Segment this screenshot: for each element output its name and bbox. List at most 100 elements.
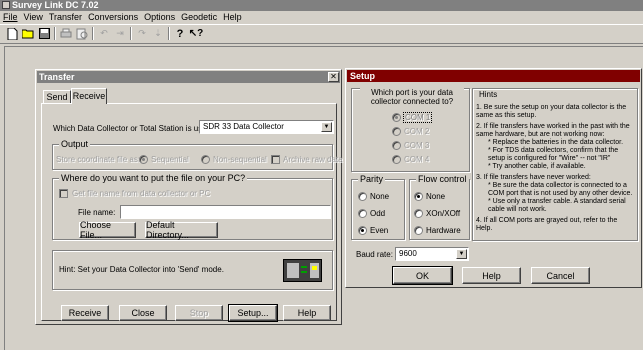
hint-2a: * Replace the batteries in the data coll… xyxy=(488,139,624,146)
paste-icon[interactable]: ⇣ xyxy=(150,26,166,41)
flow-xon-radio[interactable] xyxy=(414,209,423,218)
hint-3b: * Use only a transfer cable. A standard … xyxy=(488,198,626,213)
ok-button-label: OK xyxy=(415,270,429,281)
non-sequential-radio[interactable] xyxy=(201,155,210,164)
com4-label: COM 4 xyxy=(404,155,430,164)
menu-conversions[interactable]: Conversions xyxy=(88,11,138,24)
hint-2b: * For TDS data collectors, confirm that … xyxy=(488,147,619,162)
flow-xon-label: XOn/XOff xyxy=(426,209,461,218)
menu-transfer[interactable]: Transfer xyxy=(49,11,82,24)
redo-icon[interactable]: ⇥ xyxy=(112,26,128,41)
stop-button[interactable]: Stop xyxy=(175,305,223,321)
where-group: Where do you want to put the file on you… xyxy=(52,173,333,240)
collector-dropdown[interactable]: SDR 33 Data Collector ▼ xyxy=(199,120,334,134)
hints-group: Hints 1. Be sure the setup on your data … xyxy=(472,88,638,241)
context-help-icon[interactable]: ↖? xyxy=(188,26,204,41)
save-icon[interactable] xyxy=(36,26,52,41)
file-name-input[interactable] xyxy=(120,205,331,219)
parity-group: Parity None Odd Even xyxy=(351,174,405,240)
tab-receive[interactable]: Receive xyxy=(71,88,107,104)
menu-options[interactable]: Options xyxy=(144,11,175,24)
get-name-checkbox[interactable] xyxy=(59,189,68,198)
ok-button[interactable]: OK xyxy=(392,266,453,285)
com3-radio[interactable] xyxy=(392,141,401,150)
com2-radio[interactable] xyxy=(392,127,401,136)
app-title: Survey Link DC 7.02 xyxy=(12,0,99,10)
hint-3: 3. If file transfers have never worked: xyxy=(476,174,591,181)
help-button-label: Help xyxy=(297,308,317,318)
sequential-label: Sequential xyxy=(151,155,189,164)
print-preview-icon[interactable] xyxy=(74,26,90,41)
output-group-label: Output xyxy=(59,139,91,149)
collector-label: Which Data Collector or Total Station is… xyxy=(53,124,214,133)
archive-checkbox[interactable] xyxy=(271,155,280,164)
help-button[interactable]: Help xyxy=(283,305,331,321)
menu-help[interactable]: Help xyxy=(223,11,242,24)
receive-tab-page: Which Data Collector or Total Station is… xyxy=(41,103,343,322)
cancel-button[interactable]: Cancel xyxy=(531,267,590,284)
cancel-button-label: Cancel xyxy=(546,270,575,281)
setup-help-button-label: Help xyxy=(482,270,501,281)
chevron-down-icon[interactable]: ▼ xyxy=(321,122,332,132)
parity-even-radio[interactable] xyxy=(358,226,367,235)
baud-rate-value: 9600 xyxy=(399,249,417,258)
hints-title: Hints xyxy=(479,90,498,99)
receive-button[interactable]: Receive xyxy=(61,305,109,321)
tab-send[interactable]: Send xyxy=(43,90,71,103)
parity-even-label: Even xyxy=(370,226,389,235)
setup-dialog: Setup Which port is your data collector … xyxy=(345,68,642,288)
transfer-close-button[interactable]: ✕ xyxy=(328,72,339,82)
undo-icon[interactable]: ↶ xyxy=(96,26,112,41)
toolbar-separator xyxy=(130,27,132,40)
baud-rate-label: Baud rate: xyxy=(356,250,393,259)
flow-none-label: None xyxy=(426,192,446,201)
hint-1: 1. Be sure the setup on your data collec… xyxy=(476,104,627,119)
receive-button-label: Receive xyxy=(68,308,102,318)
parity-odd-label: Odd xyxy=(370,209,386,218)
tab-send-label: Send xyxy=(46,92,68,102)
archive-label: Archive raw data xyxy=(283,155,343,164)
toolbar-separator xyxy=(92,27,94,40)
toolbar-separator xyxy=(168,27,170,40)
setup-title: Setup xyxy=(350,71,376,81)
transfer-dialog: Transfer ✕ Send Receive Which Data Colle… xyxy=(35,69,343,325)
choose-file-button[interactable]: Choose File... xyxy=(79,220,136,240)
com1-label: COM 1 xyxy=(402,112,433,123)
menu-file[interactable]: File xyxy=(3,11,18,24)
default-directory-button[interactable]: Default Directory... xyxy=(145,220,218,240)
transfer-title-bar: Transfer xyxy=(37,71,340,83)
com1-radio[interactable] xyxy=(392,113,401,122)
output-group: Output Store coordinate file as: Sequent… xyxy=(52,139,343,170)
setup-button[interactable]: Setup... xyxy=(228,304,278,322)
menu-view[interactable]: View xyxy=(24,11,43,24)
stop-button-label: Stop xyxy=(189,308,209,318)
open-icon[interactable] xyxy=(20,26,36,41)
flow-hardware-radio[interactable] xyxy=(414,226,423,235)
file-name-label: File name: xyxy=(78,208,116,217)
help-icon[interactable]: ? xyxy=(172,26,188,41)
setup-button-label: Setup... xyxy=(237,308,269,318)
setup-help-button[interactable]: Help xyxy=(462,267,521,284)
new-icon[interactable] xyxy=(4,26,20,41)
flow-none-radio[interactable] xyxy=(414,192,423,201)
non-sequential-label: Non-sequential xyxy=(213,155,267,164)
setup-title-bar: Setup xyxy=(347,70,640,82)
com4-radio[interactable] xyxy=(392,155,401,164)
store-label: Store coordinate file as: xyxy=(56,155,141,164)
menu-bar: File View Transfer Conversions Options G… xyxy=(0,11,643,24)
parity-none-radio[interactable] xyxy=(358,192,367,201)
sequential-radio[interactable] xyxy=(139,155,148,164)
chevron-down-icon[interactable]: ▼ xyxy=(456,249,467,259)
cut-icon[interactable]: ↷ xyxy=(134,26,150,41)
close-button[interactable]: Close xyxy=(119,305,167,321)
data-collector-device-icon xyxy=(283,259,322,282)
print-icon[interactable] xyxy=(58,26,74,41)
flow-control-group-label: Flow control xyxy=(416,174,469,184)
menu-geodetic[interactable]: Geodetic xyxy=(181,11,217,24)
hint-2c: * Try another cable, if available. xyxy=(488,163,586,170)
where-group-label: Where do you want to put the file on you… xyxy=(59,173,248,183)
tab-receive-label: Receive xyxy=(72,91,106,101)
parity-odd-radio[interactable] xyxy=(358,209,367,218)
baud-rate-dropdown[interactable]: 9600 ▼ xyxy=(395,247,469,261)
flow-hardware-label: Hardware xyxy=(426,226,461,235)
